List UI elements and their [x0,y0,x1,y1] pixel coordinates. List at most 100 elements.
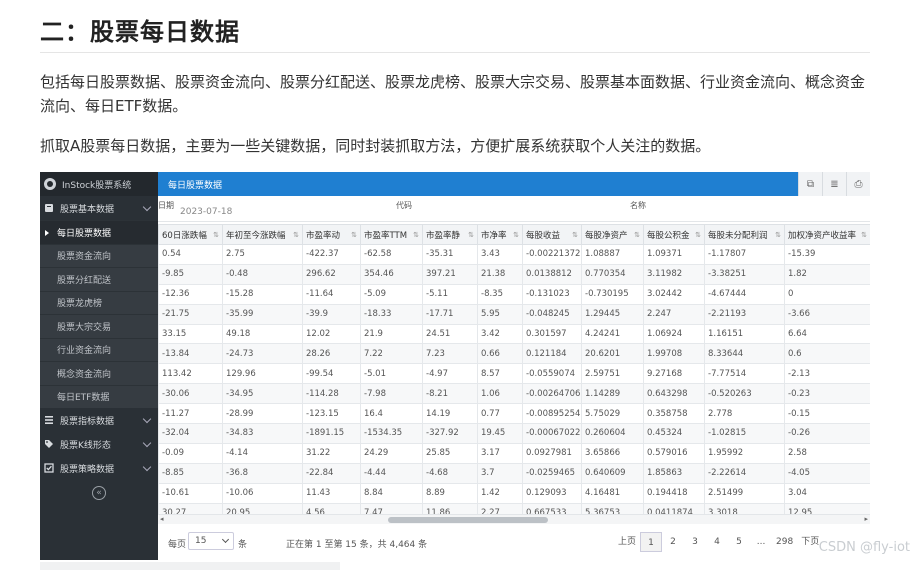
table-cell: -5.01 [360,363,423,385]
table-row[interactable]: -12.36 -15.28 -11.64 -5.09 -5.11 -8.35 -0.1310… [158,283,870,305]
sort-icon[interactable]: ⇅ [572,231,578,239]
brand[interactable]: InStock股票系统 [40,172,158,196]
table-row[interactable]: 113.42 129.96 -99.54 -5.01 -4.97 8.57 -0.05590… [158,363,870,385]
column-header[interactable]: 每股未分配利润 ⇅ [704,224,785,245]
table-cell: -18.33 [360,303,423,325]
code-input[interactable] [418,207,598,219]
page-button-last[interactable]: 298 [772,532,797,552]
tab-daily-stock[interactable]: 每日股票数据 [158,178,222,191]
table-row[interactable]: 0.54 2.75 -422.37 -62.58 -35.31 3.43 -0.002213… [158,244,870,265]
table-row[interactable]: 33.15 49.18 12.02 21.9 24.51 3.42 0.301597 4.24… [158,323,870,345]
sort-icon[interactable]: ⇅ [513,231,519,239]
scroll-left-icon[interactable]: ◂ [160,515,164,523]
column-header[interactable]: 60日涨跌幅 ⇅ [158,224,223,245]
sidebar-item-industry-flow[interactable]: 行业资金流向 [40,337,158,361]
stock-table: 60日涨跌幅 ⇅ 年初至今涨跌幅 ⇅ 市盈率动 ⇅ 市盈率TTM ⇅ 市盈率静 ⇅ 市净率 ⇅ 每股收益… [158,224,870,514]
table-cell: -5.09 [360,283,423,305]
copy-icon[interactable]: ⧉ [798,172,822,196]
table-row[interactable]: -11.27 -28.99 -123.15 16.4 14.19 0.77 -0.00895… [158,403,870,425]
column-header[interactable]: 市盈率动 ⇅ [302,224,361,245]
sidebar-group-label: 股票指标数据 [60,416,115,427]
table-cell: -4.14 [222,442,303,464]
page-button-3[interactable]: 3 [684,532,706,552]
table-cell: 2.778 [704,403,785,425]
table-cell: -1.02815 [704,423,785,444]
prev-page-button[interactable]: 上页 [614,532,640,552]
column-header[interactable]: 每股公积金 ⇅ [643,224,705,245]
table-cell: -10.61 [158,482,223,504]
table-row[interactable]: -9.85 -0.48 296.62 354.46 397.21 21.38 0.01388… [158,263,870,285]
column-header[interactable]: 市净率 ⇅ [477,224,523,245]
sidebar-item-fund-flow[interactable]: 股票资金流向 [40,243,158,267]
print-icon[interactable]: ⎙ [846,172,870,196]
table-cell: 30.27 [158,502,223,514]
date-input[interactable]: 2023-07-18 [180,207,232,217]
column-header[interactable]: 加权净资产收益率 ⇅ [784,224,870,245]
sort-icon[interactable]: ⇅ [468,231,474,239]
sort-icon[interactable]: ⇅ [413,231,419,239]
sidebar-item-top-list[interactable]: 股票龙虎榜 [40,290,158,314]
table-cell: 3.11982 [643,263,705,285]
table-cell: 2.51499 [704,482,785,504]
sort-icon[interactable]: ⇅ [351,231,357,239]
database-icon[interactable]: ≣ [822,172,846,196]
page-button-2[interactable]: 2 [662,532,684,552]
date-label: 日期 [158,201,174,210]
table-cell: 2.75 [222,244,303,265]
sort-icon[interactable]: ⇅ [695,231,701,239]
page-button-5[interactable]: 5 [728,532,750,552]
horizontal-scrollbar[interactable]: ◂ ▸ [158,514,870,524]
page-button-4[interactable]: 4 [706,532,728,552]
table-row[interactable]: -13.84 -24.73 28.26 7.22 7.23 0.66 0.121184 20.… [158,343,870,365]
table-row[interactable]: -8.85 -36.8 -22.84 -4.44 -4.68 3.7 -0.0259465 0… [158,462,870,484]
table-cell: 2.59751 [581,363,644,385]
column-header[interactable]: 年初至今涨跌幅 ⇅ [222,224,303,245]
table-cell: -22.84 [302,462,361,484]
table-cell: 1.29445 [581,303,644,325]
table-cell: 5.75029 [581,403,644,425]
sort-icon[interactable]: ⇅ [634,231,640,239]
table-row[interactable]: -30.06 -34.95 -114.28 -7.98 -8.21 1.06 -0.0026… [158,383,870,405]
table-cell: -35.99 [222,303,303,325]
table-cell: -0.00264706 [522,383,582,405]
table-row[interactable]: -10.61 -10.06 11.43 8.84 8.89 1.42 0.129093 4.1… [158,482,870,504]
table-cell: 4.56 [302,502,361,514]
table-cell: -0.26 [784,423,870,444]
sidebar-group-kline[interactable]: 股票K线形态 [40,432,158,456]
scroll-right-icon[interactable]: ▸ [864,515,868,523]
table-cell: 20.95 [222,502,303,514]
sort-icon[interactable]: ⇅ [213,231,219,239]
table-row[interactable]: -0.09 -4.14 31.22 24.29 25.85 3.17 0.0927981 3.… [158,442,870,464]
page-button-1[interactable]: 1 [640,532,663,552]
table-cell: 0.358758 [643,403,705,425]
column-header[interactable]: 每股收益 ⇅ [522,224,582,245]
scrollbar-thumb[interactable] [388,517,548,523]
sidebar-item-concept-flow[interactable]: 概念资金流向 [40,361,158,385]
sidebar-group-strategy[interactable]: 股票策略数据 [40,456,158,480]
sort-icon[interactable]: ⇅ [293,231,299,239]
sidebar-item-daily-stock[interactable]: 每日股票数据 [40,220,158,244]
column-header[interactable]: 市盈率TTM ⇅ [360,224,423,245]
sidebar-item-bonus[interactable]: 股票分红配送 [40,267,158,291]
sort-icon[interactable]: ⇅ [775,231,781,239]
sidebar-group-indicators[interactable]: 股票指标数据 [40,408,158,432]
table-row[interactable]: -32.04 -34.83 -1891.15 -1534.35 -327.92 19.45… [158,423,870,444]
sidebar-item-etf[interactable]: 每日ETF数据 [40,384,158,408]
per-page-select[interactable]: 15 [188,532,234,550]
table-cell: 33.15 [158,323,223,345]
column-header[interactable]: 市盈率静 ⇅ [422,224,478,245]
sort-icon[interactable]: ⇅ [861,231,867,239]
table-row[interactable]: -21.75 -35.99 -39.9 -18.33 -17.71 5.95 -0.0482… [158,303,870,325]
collapse-sidebar-icon[interactable]: « [92,486,106,500]
name-input[interactable] [652,207,852,219]
sidebar-item-block-trade[interactable]: 股票大宗交易 [40,314,158,338]
table-cell: -11.64 [302,283,361,305]
table-cell: -0.000670228 [522,423,582,444]
sidebar-group-basic[interactable]: 股票基本数据 [40,196,158,220]
table-body: 0.54 2.75 -422.37 -62.58 -35.31 3.43 -0.002213… [158,244,870,514]
table-cell: 0.0411874 [643,502,705,514]
table-cell: -4.68 [422,462,478,484]
table-row[interactable]: 30.27 20.95 4.56 7.47 11.86 2.27 0.667533 5.367… [158,502,870,514]
table-cell: -2.22614 [704,462,785,484]
column-header[interactable]: 每股净资产 ⇅ [581,224,644,245]
